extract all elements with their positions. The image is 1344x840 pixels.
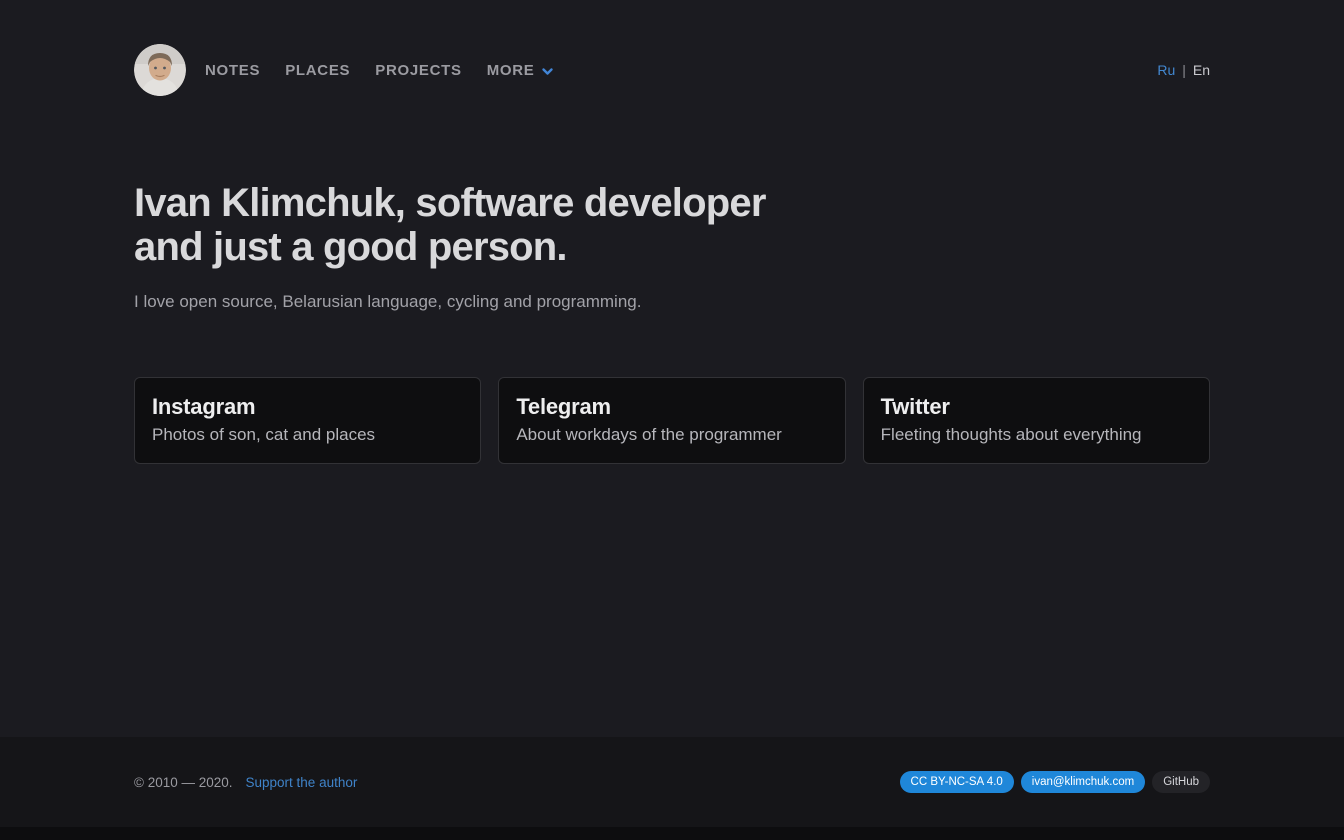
- copyright-text: © 2010 — 2020.: [134, 775, 233, 790]
- license-badge[interactable]: CC BY-NC-SA 4.0: [900, 771, 1014, 793]
- language-current-en: En: [1193, 62, 1210, 78]
- email-badge[interactable]: ivan@klimchuk.com: [1021, 771, 1145, 793]
- card-description: About workdays of the programmer: [516, 425, 827, 445]
- card-twitter[interactable]: Twitter Fleeting thoughts about everythi…: [863, 377, 1210, 464]
- page-title: Ivan Klimchuk, software developer and ju…: [134, 181, 1210, 269]
- support-author-link[interactable]: Support the author: [246, 775, 358, 790]
- card-title: Telegram: [516, 394, 827, 420]
- nav-menu: Notes Places Projects More: [205, 62, 554, 79]
- card-description: Photos of son, cat and places: [152, 425, 463, 445]
- github-badge[interactable]: GitHub: [1152, 771, 1210, 793]
- nav-item-label: Places: [285, 62, 350, 79]
- page: Notes Places Projects More: [0, 0, 1344, 840]
- nav-item-projects[interactable]: Projects: [375, 62, 461, 79]
- card-telegram[interactable]: Telegram About workdays of the programme…: [498, 377, 845, 464]
- nav-item-places[interactable]: Places: [285, 62, 350, 79]
- card-description: Fleeting thoughts about everything: [881, 425, 1192, 445]
- card-instagram[interactable]: Instagram Photos of son, cat and places: [134, 377, 481, 464]
- page-title-line-2: and just a good person.: [134, 225, 1210, 269]
- content-spacer: [0, 464, 1344, 737]
- nav-item-label: More: [487, 62, 535, 79]
- card-title: Instagram: [152, 394, 463, 420]
- avatar[interactable]: [134, 44, 186, 96]
- language-separator: |: [1182, 62, 1186, 78]
- chevron-down-icon: [541, 65, 554, 78]
- nav-item-label: Notes: [205, 62, 260, 79]
- hero-section: Ivan Klimchuk, software developer and ju…: [134, 181, 1210, 312]
- language-link-ru[interactable]: Ru: [1157, 62, 1175, 78]
- avatar-photo: [134, 44, 186, 96]
- footer-badges: CC BY-NC-SA 4.0 ivan@klimchuk.com GitHub: [900, 771, 1210, 793]
- bottom-strip: [0, 827, 1344, 840]
- footer: © 2010 — 2020. Support the author CC BY-…: [0, 737, 1344, 827]
- top-navigation: Notes Places Projects More: [134, 0, 1210, 96]
- language-switcher: Ru | En: [1157, 62, 1210, 78]
- nav-item-label: Projects: [375, 62, 461, 79]
- page-subtitle: I love open source, Belarusian language,…: [134, 292, 1210, 312]
- nav-item-notes[interactable]: Notes: [205, 62, 260, 79]
- page-title-line-1: Ivan Klimchuk, software developer: [134, 181, 1210, 225]
- card-title: Twitter: [881, 394, 1192, 420]
- social-cards: Instagram Photos of son, cat and places …: [134, 377, 1210, 464]
- nav-item-more[interactable]: More: [487, 62, 554, 79]
